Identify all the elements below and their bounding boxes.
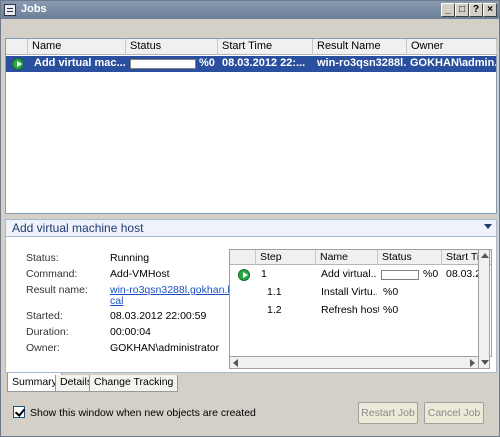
step-name: Add virtual... xyxy=(321,268,377,280)
step-row[interactable]: 1.1 Install Virtu... %0 xyxy=(230,285,491,303)
step-progress-bar xyxy=(381,270,419,280)
step-number: 1 xyxy=(261,268,267,280)
step-name: Install Virtu... xyxy=(321,286,377,298)
step-row[interactable]: 1 Add virtual... %0 08.03.2 xyxy=(230,267,491,285)
jobs-app-icon xyxy=(4,4,16,16)
command-label: Command: xyxy=(26,268,78,280)
status-value: Running xyxy=(110,252,150,264)
col-owner[interactable]: Owner xyxy=(407,39,497,55)
owner-value: GOKHAN\administrator xyxy=(110,342,220,354)
result-name-link-line2[interactable]: cal xyxy=(110,295,123,307)
jobs-window: Jobs _ □ ? × Name Status Start Time Resu… xyxy=(0,0,500,437)
window-title: Jobs xyxy=(21,3,47,15)
duration-value: 00:00:04 xyxy=(110,326,151,338)
detail-header[interactable]: Add virtual machine host xyxy=(5,219,497,237)
job-progress-text: %0 xyxy=(199,57,215,69)
step-status: %0 xyxy=(383,286,399,298)
started-value: 08.03.2012 22:00:59 xyxy=(110,310,207,322)
running-icon xyxy=(238,269,250,281)
steps-col-icon xyxy=(230,250,256,265)
steps-col-step[interactable]: Step xyxy=(256,250,316,265)
step-row[interactable]: 1.2 Refresh host %0 xyxy=(230,303,491,321)
chevron-down-icon[interactable] xyxy=(484,224,492,229)
job-row[interactable]: Add virtual mac... %0 08.03.2012 22:... … xyxy=(6,56,496,72)
steps-grid[interactable]: Step Name Status Start Tim 1 Add virtual… xyxy=(229,249,492,357)
detail-title: Add virtual machine host xyxy=(12,221,144,235)
close-button[interactable]: × xyxy=(483,3,497,17)
jobs-grid-header: Name Status Start Time Result Name Owner xyxy=(6,39,497,55)
help-button[interactable]: ? xyxy=(469,3,483,17)
duration-label: Duration: xyxy=(26,326,69,338)
steps-vertical-scrollbar[interactable] xyxy=(478,249,490,369)
job-name: Add virtual mac... xyxy=(34,57,126,69)
step-number: 1.1 xyxy=(267,286,282,298)
step-start: 08.03.2 xyxy=(446,268,482,280)
steps-grid-header: Step Name Status Start Tim xyxy=(230,250,491,265)
maximize-button[interactable]: □ xyxy=(455,3,469,17)
title-bar[interactable]: Jobs _ □ ? × xyxy=(1,1,499,19)
command-value: Add-VMHost xyxy=(110,268,170,280)
started-label: Started: xyxy=(26,310,63,322)
status-label: Status: xyxy=(26,252,59,264)
jobs-grid[interactable]: Name Status Start Time Result Name Owner… xyxy=(5,38,497,214)
show-window-checkbox[interactable] xyxy=(13,406,25,418)
job-start-time: 08.03.2012 22:... xyxy=(222,57,306,69)
step-status: %0 xyxy=(423,268,439,280)
job-progress-bar xyxy=(130,59,196,69)
col-status[interactable]: Status xyxy=(126,39,218,55)
scroll-down-icon[interactable] xyxy=(481,360,489,365)
steps-col-status[interactable]: Status xyxy=(378,250,442,265)
step-number: 1.2 xyxy=(267,304,282,316)
tab-summary[interactable]: Summary xyxy=(7,373,62,392)
result-name-link-line1[interactable]: win-ro3qsn3288l.gokhan.lo xyxy=(110,284,236,296)
owner-label: Owner: xyxy=(26,342,60,354)
detail-panel: Status: Running Command: Add-VMHost Resu… xyxy=(5,237,497,373)
cancel-job-button[interactable]: Cancel Job xyxy=(424,402,484,424)
job-result-name: win-ro3qsn3288l... xyxy=(317,57,407,69)
col-result-name[interactable]: Result Name xyxy=(313,39,407,55)
steps-horizontal-scrollbar[interactable] xyxy=(229,357,479,369)
scroll-up-icon[interactable] xyxy=(481,253,489,258)
show-window-label: Show this window when new objects are cr… xyxy=(30,407,256,419)
job-owner: GOKHAN\admin... xyxy=(410,57,496,69)
col-name[interactable]: Name xyxy=(28,39,126,55)
detail-tabs: Summary Details Change Tracking xyxy=(5,373,497,393)
running-icon xyxy=(12,58,24,70)
result-name-label: Result name: xyxy=(26,284,88,296)
scroll-right-icon[interactable] xyxy=(470,359,475,367)
step-name: Refresh host xyxy=(321,304,379,316)
restart-job-button[interactable]: Restart Job xyxy=(358,402,418,424)
scroll-left-icon[interactable] xyxy=(233,359,238,367)
tab-change-tracking[interactable]: Change Tracking xyxy=(89,375,179,392)
step-status: %0 xyxy=(383,304,399,316)
steps-col-name[interactable]: Name xyxy=(316,250,378,265)
minimize-button[interactable]: _ xyxy=(441,3,455,17)
col-start-time[interactable]: Start Time xyxy=(218,39,313,55)
col-icon xyxy=(6,39,28,55)
